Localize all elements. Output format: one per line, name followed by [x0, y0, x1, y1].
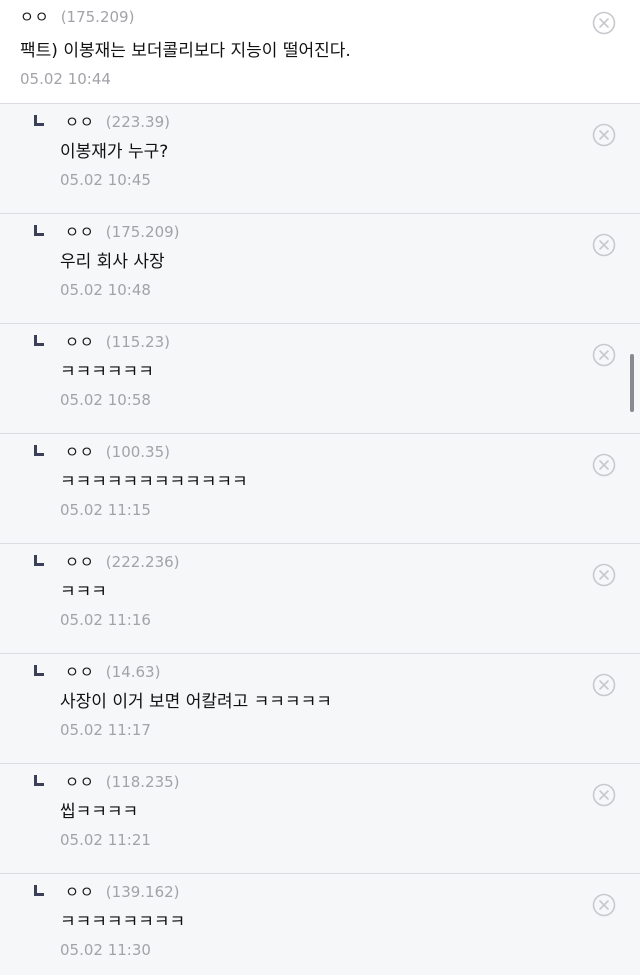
- reply-time: 05.02 10:45: [60, 171, 151, 189]
- delete-reply-button[interactable]: [592, 563, 616, 587]
- reply-nickname[interactable]: ㅇㅇ: [65, 443, 95, 461]
- delete-reply-button[interactable]: [592, 783, 616, 807]
- delete-reply-button[interactable]: [592, 673, 616, 697]
- delete-reply-button[interactable]: [592, 893, 616, 917]
- reply-meta: ㅇㅇ (115.23): [32, 332, 170, 352]
- reply-item: ㅇㅇ (115.23) ㅋㅋㅋㅋㅋㅋ 05.02 10:58: [0, 324, 640, 434]
- reply-arrow-icon: [32, 554, 48, 568]
- comment-item: ㅇㅇ (175.209) 팩트) 이봉재는 보더콜리보다 지능이 떨어진다. 0…: [0, 0, 640, 104]
- reply-time: 05.02 10:48: [60, 281, 151, 299]
- reply-nickname[interactable]: ㅇㅇ: [65, 113, 95, 131]
- reply-arrow-icon: [32, 774, 48, 788]
- reply-nickname[interactable]: ㅇㅇ: [65, 773, 95, 791]
- circle-x-icon: [592, 783, 616, 807]
- reply-item: ㅇㅇ (175.209) 우리 회사 사장 05.02 10:48: [0, 214, 640, 324]
- reply-ip: (139.162): [105, 883, 180, 901]
- reply-item: ㅇㅇ (139.162) ㅋㅋㅋㅋㅋㅋㅋㅋ 05.02 11:30: [0, 874, 640, 975]
- reply-item: ㅇㅇ (223.39) 이봉재가 누구? 05.02 10:45: [0, 104, 640, 214]
- reply-meta: ㅇㅇ (223.39): [32, 112, 170, 132]
- reply-text: ㅋㅋㅋㅋㅋㅋㅋㅋ: [60, 912, 186, 932]
- reply-ip: (115.23): [105, 333, 170, 351]
- comment-ip: (175.209): [60, 8, 135, 26]
- reply-ip: (223.39): [105, 113, 170, 131]
- comment-text: 팩트) 이봉재는 보더콜리보다 지능이 떨어진다.: [20, 41, 351, 61]
- comment-time: 05.02 10:44: [20, 70, 111, 88]
- reply-time: 05.02 11:15: [60, 501, 151, 519]
- reply-text: ㅋㅋㅋ: [60, 582, 107, 602]
- reply-arrow-icon: [32, 334, 48, 348]
- reply-time: 05.02 11:21: [60, 831, 151, 849]
- reply-text: 씹ㅋㅋㅋㅋ: [60, 802, 139, 822]
- reply-time: 05.02 10:58: [60, 391, 151, 409]
- reply-nickname[interactable]: ㅇㅇ: [65, 663, 95, 681]
- delete-reply-button[interactable]: [592, 123, 616, 147]
- reply-time: 05.02 11:17: [60, 721, 151, 739]
- delete-comment-button[interactable]: [592, 11, 616, 35]
- comment-meta: ㅇㅇ (175.209): [20, 7, 134, 27]
- reply-arrow-icon: [32, 444, 48, 458]
- reply-nickname[interactable]: ㅇㅇ: [65, 223, 95, 241]
- reply-arrow-icon: [32, 224, 48, 238]
- scrollbar-thumb[interactable]: [630, 354, 634, 412]
- circle-x-icon: [592, 453, 616, 477]
- comment-thread: ㅇㅇ (175.209) 팩트) 이봉재는 보더콜리보다 지능이 떨어진다. 0…: [0, 0, 640, 975]
- circle-x-icon: [592, 563, 616, 587]
- delete-reply-button[interactable]: [592, 343, 616, 367]
- reply-time: 05.02 11:30: [60, 941, 151, 959]
- reply-meta: ㅇㅇ (139.162): [32, 882, 180, 902]
- reply-text: 우리 회사 사장: [60, 252, 165, 272]
- delete-reply-button[interactable]: [592, 233, 616, 257]
- reply-ip: (14.63): [105, 663, 161, 681]
- reply-nickname[interactable]: ㅇㅇ: [65, 333, 95, 351]
- reply-meta: ㅇㅇ (175.209): [32, 222, 180, 242]
- reply-item: ㅇㅇ (222.236) ㅋㅋㅋ 05.02 11:16: [0, 544, 640, 654]
- reply-time: 05.02 11:16: [60, 611, 151, 629]
- reply-item: ㅇㅇ (100.35) ㅋㅋㅋㅋㅋㅋㅋㅋㅋㅋㅋㅋ 05.02 11:15: [0, 434, 640, 544]
- reply-text: 사장이 이거 보면 어칼려고 ㅋㅋㅋㅋㅋ: [60, 692, 332, 712]
- reply-text: 이봉재가 누구?: [60, 142, 169, 162]
- circle-x-icon: [592, 673, 616, 697]
- reply-arrow-icon: [32, 884, 48, 898]
- reply-meta: ㅇㅇ (14.63): [32, 662, 160, 682]
- circle-x-icon: [592, 233, 616, 257]
- reply-meta: ㅇㅇ (100.35): [32, 442, 170, 462]
- reply-ip: (222.236): [105, 553, 180, 571]
- reply-meta: ㅇㅇ (222.236): [32, 552, 180, 572]
- circle-x-icon: [592, 893, 616, 917]
- reply-ip: (100.35): [105, 443, 170, 461]
- reply-text: ㅋㅋㅋㅋㅋㅋ: [60, 362, 154, 382]
- circle-x-icon: [592, 343, 616, 367]
- reply-meta: ㅇㅇ (118.235): [32, 772, 180, 792]
- comment-nickname[interactable]: ㅇㅇ: [20, 8, 50, 26]
- reply-arrow-icon: [32, 114, 48, 128]
- reply-item: ㅇㅇ (14.63) 사장이 이거 보면 어칼려고 ㅋㅋㅋㅋㅋ 05.02 11…: [0, 654, 640, 764]
- delete-reply-button[interactable]: [592, 453, 616, 477]
- reply-ip: (175.209): [105, 223, 180, 241]
- circle-x-icon: [592, 123, 616, 147]
- reply-ip: (118.235): [105, 773, 180, 791]
- reply-nickname[interactable]: ㅇㅇ: [65, 553, 95, 571]
- reply-nickname[interactable]: ㅇㅇ: [65, 883, 95, 901]
- reply-text: ㅋㅋㅋㅋㅋㅋㅋㅋㅋㅋㅋㅋ: [60, 472, 248, 492]
- reply-item: ㅇㅇ (118.235) 씹ㅋㅋㅋㅋ 05.02 11:21: [0, 764, 640, 874]
- circle-x-icon: [592, 11, 616, 35]
- reply-arrow-icon: [32, 664, 48, 678]
